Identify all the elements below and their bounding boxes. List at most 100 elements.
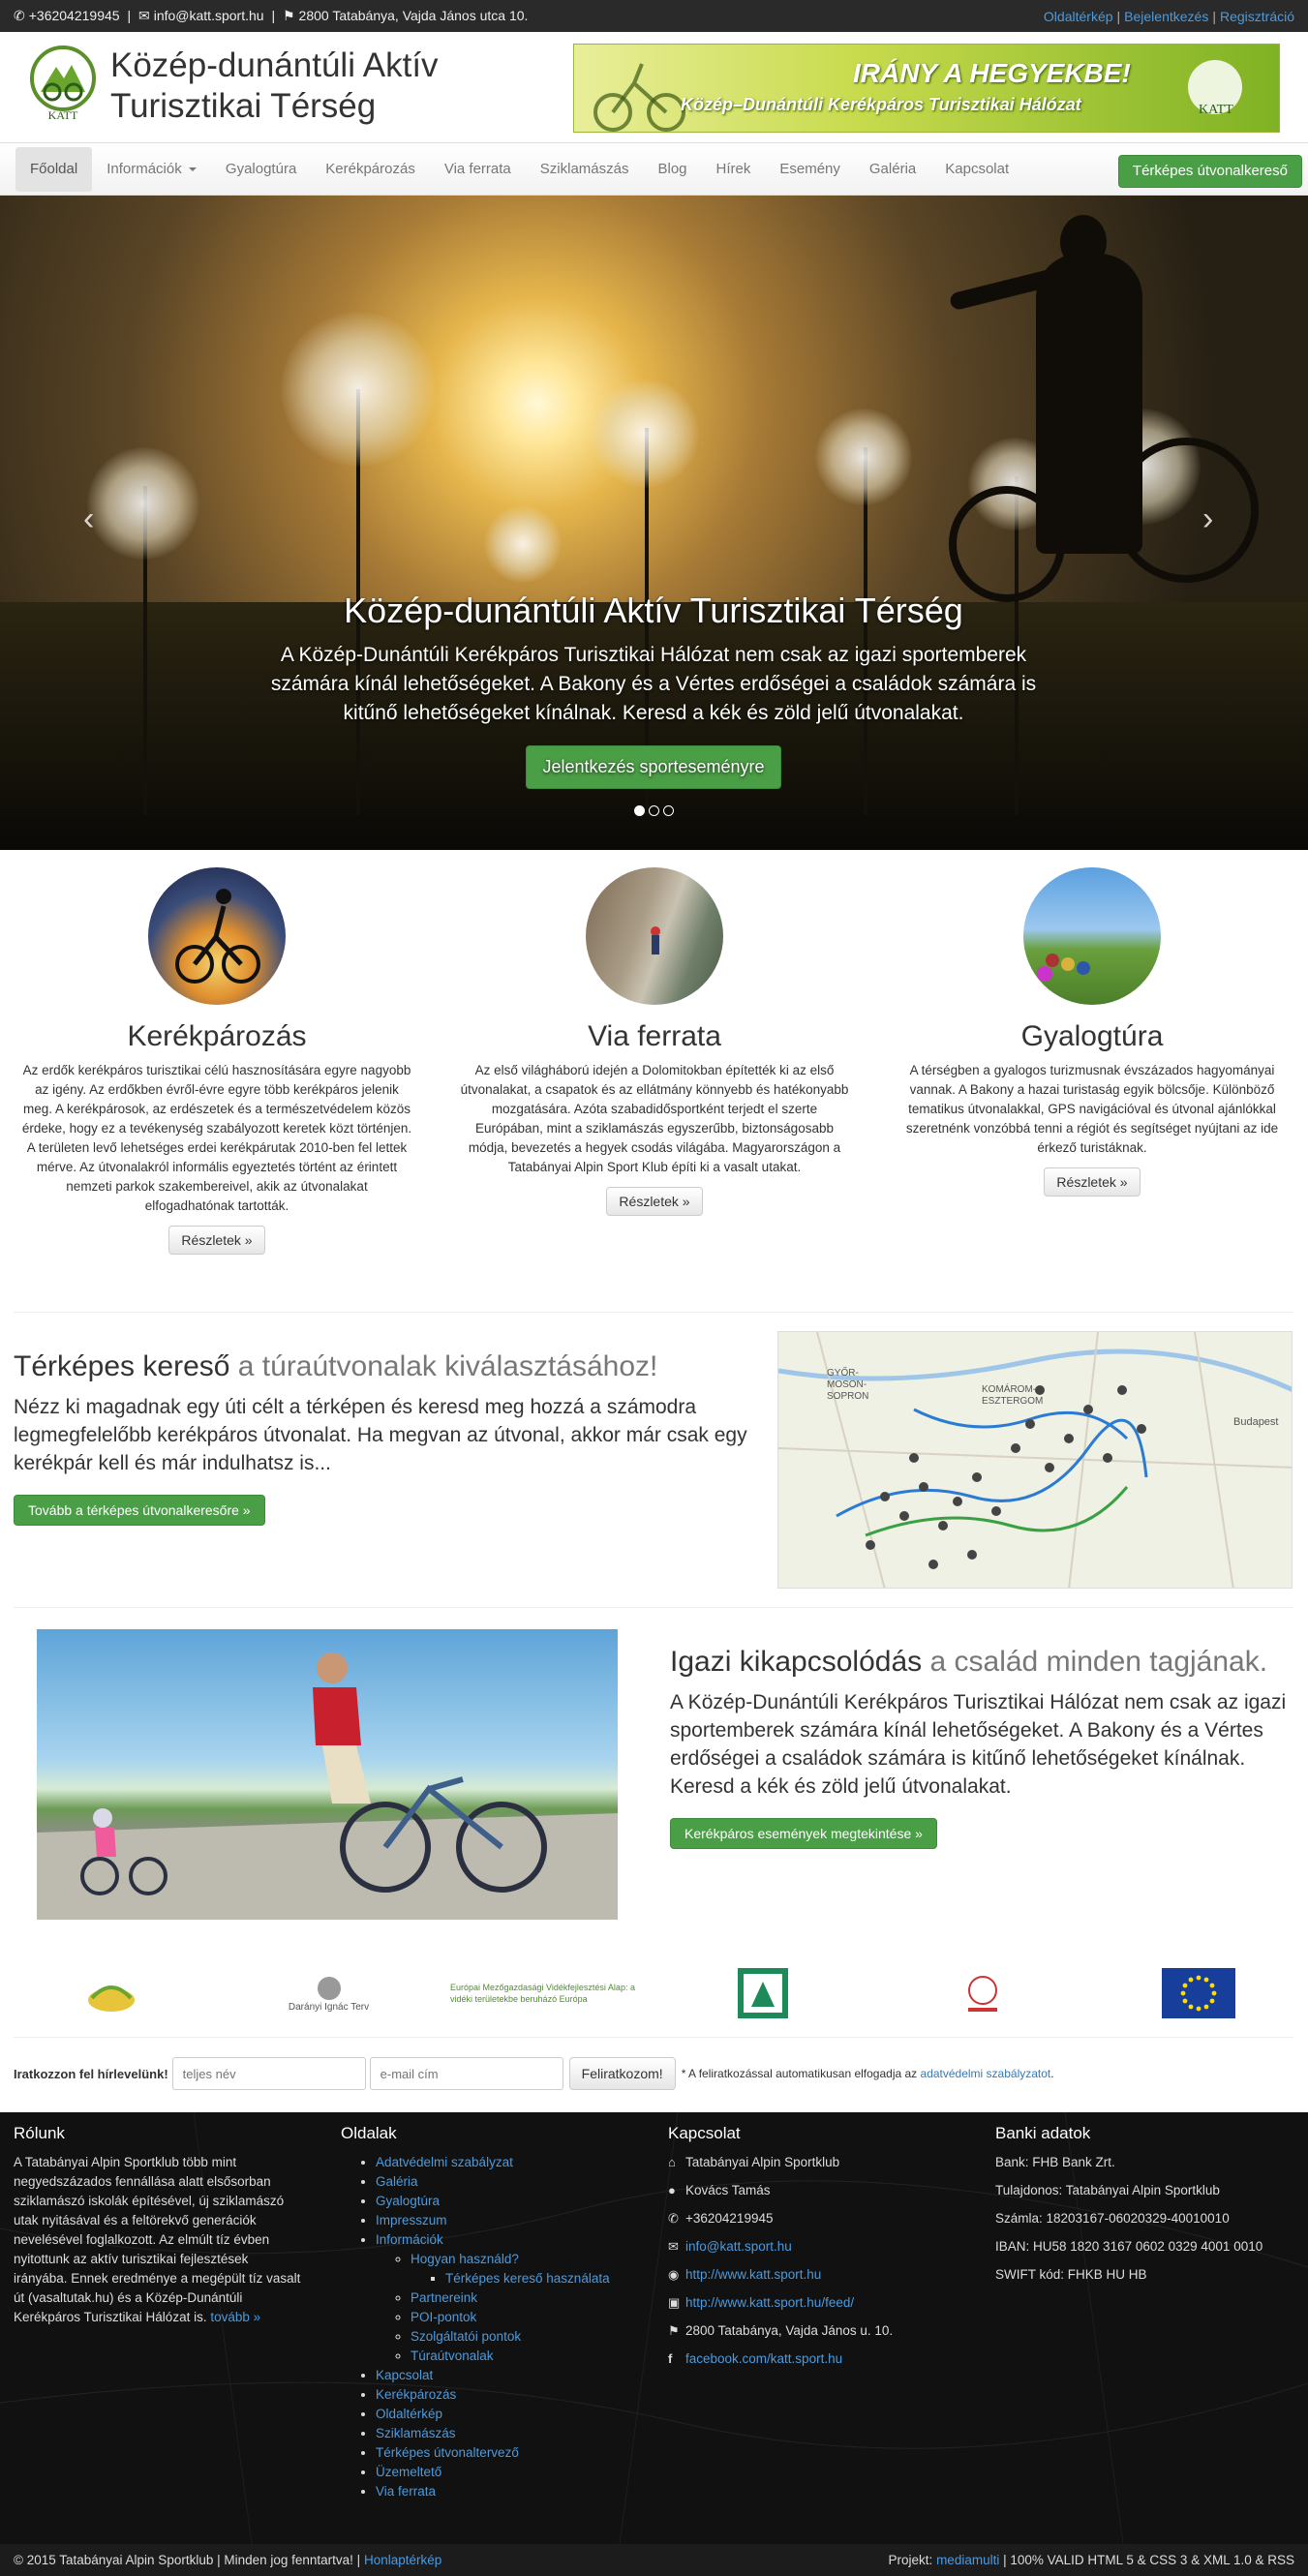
login-link[interactable]: Bejelentkezés: [1124, 9, 1208, 24]
contact-row: ⌂ Tatabányai Alpin Sportklub: [668, 2153, 978, 2172]
family-section: Igazi kikapcsolódás a család minden tagj…: [670, 1646, 1290, 1849]
footer-link[interactable]: Adatvédelmi szabályzat: [376, 2155, 513, 2169]
footer-link[interactable]: Térképes kereső használata: [445, 2271, 610, 2286]
bike-events-button[interactable]: Kerékpáros események megtekintése »: [670, 1818, 937, 1849]
header-banner[interactable]: IRÁNY A HEGYEKBE! Közép–Dunántúli Kerékp…: [573, 44, 1280, 133]
nav-item-kerekparozas[interactable]: Kerékpározás: [311, 147, 430, 192]
subscribe-button[interactable]: Feliratkozom!: [568, 2057, 676, 2090]
nav-item-fooldal[interactable]: Főoldal: [15, 147, 93, 192]
contact-facebook-link[interactable]: facebook.com/katt.sport.hu: [685, 2349, 842, 2369]
map-search-button[interactable]: Tovább a térképes útvonalkeresőre »: [14, 1495, 265, 1526]
feature-title: Gyalogtúra: [1020, 1020, 1164, 1052]
carousel-indicator[interactable]: [634, 805, 645, 816]
caret-down-icon: [188, 167, 197, 172]
feature-title: Via ferrata: [588, 1020, 721, 1052]
footer-link[interactable]: Üzemeltető: [376, 2465, 441, 2479]
nav-item-hirek[interactable]: Hírek: [702, 147, 766, 192]
nav-item-label: Információk: [106, 161, 182, 177]
footer-link[interactable]: Hogyan használd?: [411, 2252, 519, 2266]
footer-link[interactable]: Kerékpározás: [376, 2387, 456, 2402]
main-navbar: Főoldal Információk Gyalogtúra Kerékpáro…: [0, 143, 1308, 196]
contact-org: Tatabányai Alpin Sportklub: [685, 2155, 840, 2169]
sitemap-footer-link[interactable]: Honlaptérkép: [364, 2553, 441, 2567]
contact-feed-link[interactable]: http://www.katt.sport.hu/feed/: [685, 2293, 854, 2313]
project-label: Projekt:: [888, 2553, 933, 2567]
carousel-prev-icon[interactable]: ‹: [83, 500, 94, 538]
footer-heading: Kapcsolat: [668, 2124, 741, 2142]
footer-link[interactable]: Sziklamászás: [376, 2426, 456, 2440]
eu-flag-logo[interactable]: [1162, 1967, 1235, 2019]
cyclist-photo: [148, 867, 286, 1005]
footer-heading: Rólunk: [14, 2124, 65, 2142]
route-map-image[interactable]: GYŐR- MOSON- SOPRON KOMÁROM- ESZTERGOM B…: [777, 1331, 1293, 1589]
nav-item-blog[interactable]: Blog: [643, 147, 701, 192]
nav-item-sziklamaszas[interactable]: Sziklamászás: [526, 147, 644, 192]
footer-link[interactable]: Kapcsolat: [376, 2368, 433, 2382]
feature-gyalogtura: Gyalogtúra A térségben a gyalogos turizm…: [889, 867, 1295, 1197]
event-signup-button[interactable]: Jelentkezés sporteseményre: [526, 745, 781, 789]
footer-link[interactable]: Információk: [376, 2232, 443, 2247]
globe-icon: ◉: [668, 2267, 680, 2282]
footer-link[interactable]: Szolgáltatói pontok: [411, 2329, 521, 2344]
user-icon: ●: [668, 2183, 676, 2197]
bottom-bar: © 2015 Tatabányai Alpin Sportklub | Mind…: [0, 2544, 1308, 2576]
carousel-next-icon[interactable]: ›: [1202, 500, 1213, 538]
top-email: info@katt.sport.hu: [153, 8, 264, 23]
footer-link[interactable]: Túraútvonalak: [411, 2349, 494, 2363]
contact-row: ⚑ 2800 Tatabánya, Vajda János u. 10.: [668, 2321, 978, 2341]
carousel-indicator[interactable]: [649, 805, 659, 816]
site-title[interactable]: Közép-dunántúli Aktív Turisztikai Térség: [110, 45, 517, 127]
details-button[interactable]: Részletek »: [1044, 1167, 1141, 1197]
bank-row: Tulajdonos: Tatabányai Alpin Sportklub: [995, 2183, 1220, 2197]
nav-item-informaciok[interactable]: Információk: [92, 147, 211, 192]
svg-text:KATT: KATT: [48, 108, 78, 122]
contact-row: ▣ http://www.katt.sport.hu/feed/: [668, 2293, 978, 2313]
footer-link[interactable]: POI-pontok: [411, 2310, 476, 2324]
project-credit: Projekt: mediamulti | 100% VALID HTML 5 …: [889, 2553, 1294, 2567]
footer-link[interactable]: Gyalogtúra: [376, 2194, 440, 2208]
newsletter-name-input[interactable]: [171, 2057, 366, 2090]
phone-icon: ✆: [14, 8, 25, 23]
footer-about: Rólunk A Tatabányai Alpin Sportklub több…: [14, 2124, 304, 2327]
nav-item-kapcsolat[interactable]: Kapcsolat: [930, 147, 1023, 192]
footer-bank: Banki adatok Bank: FHB Bank Zrt. Tulajdo…: [995, 2124, 1295, 2293]
footer-link[interactable]: Galéria: [376, 2174, 418, 2189]
map-route-planner-button[interactable]: Térképes útvonalkereső: [1117, 155, 1302, 188]
footer-link[interactable]: Oldaltérkép: [376, 2407, 442, 2421]
nav-item-esemeny[interactable]: Esemény: [765, 147, 855, 192]
dandelion-image: [281, 312, 436, 467]
register-link[interactable]: Regisztráció: [1220, 9, 1294, 24]
nav-item-galeria[interactable]: Galéria: [855, 147, 930, 192]
sponsor-logo[interactable]: [949, 1967, 1017, 2019]
details-button[interactable]: Részletek »: [606, 1187, 703, 1216]
footer-link[interactable]: Via ferrata: [376, 2484, 436, 2499]
bicycle-silhouette: [949, 486, 1065, 602]
sitemap-link[interactable]: Oldaltérkép: [1044, 9, 1113, 24]
nav-item-via-ferrata[interactable]: Via ferrata: [430, 147, 526, 192]
sponsor-leader-logo[interactable]: [736, 1967, 790, 2019]
contact-email-link[interactable]: info@katt.sport.hu: [685, 2237, 792, 2257]
nav-item-gyalogtura[interactable]: Gyalogtúra: [211, 147, 311, 192]
contact-website-link[interactable]: http://www.katt.sport.hu: [685, 2265, 821, 2285]
newsletter-email-input[interactable]: [369, 2057, 563, 2090]
nav-menu: Főoldal Információk Gyalogtúra Kerékpáro…: [15, 147, 1023, 192]
contact-phone: +36204219945: [685, 2211, 774, 2226]
footer-link[interactable]: Partnereink: [411, 2290, 477, 2305]
katt-logo[interactable]: KATT: [29, 42, 97, 125]
footer-link[interactable]: Impresszum: [376, 2213, 447, 2227]
sponsor-logo[interactable]: [77, 1967, 145, 2019]
details-button[interactable]: Részletek »: [168, 1226, 265, 1255]
mediamulti-link[interactable]: mediamulti: [936, 2553, 999, 2567]
footer-link[interactable]: Térképes útvonaltervező: [376, 2445, 519, 2460]
envelope-icon: ✉: [668, 2239, 679, 2254]
about-more-link[interactable]: tovább »: [210, 2310, 260, 2324]
dandelion-image: [484, 505, 562, 583]
banner-slogan: IRÁNY A HEGYEKBE!: [853, 58, 1131, 88]
sponsor-eu-fund-logo[interactable]: Európai Mezőgazdasági Vidékfejlesztési A…: [450, 1967, 644, 2019]
map-marker-icon: ⚑: [668, 2323, 680, 2338]
carousel-indicator[interactable]: [663, 805, 674, 816]
top-links: Oldaltérkép | Bejelentkezés | Regisztráció: [1043, 8, 1294, 24]
banner-subtitle: Közép–Dunántúli Kerékpáros Turisztikai H…: [681, 95, 1081, 114]
privacy-policy-link[interactable]: adatvédelmi szabályzatot: [921, 2067, 1051, 2080]
sponsor-darányi-logo[interactable]: Darányi Ignác Terv: [263, 1967, 394, 2019]
